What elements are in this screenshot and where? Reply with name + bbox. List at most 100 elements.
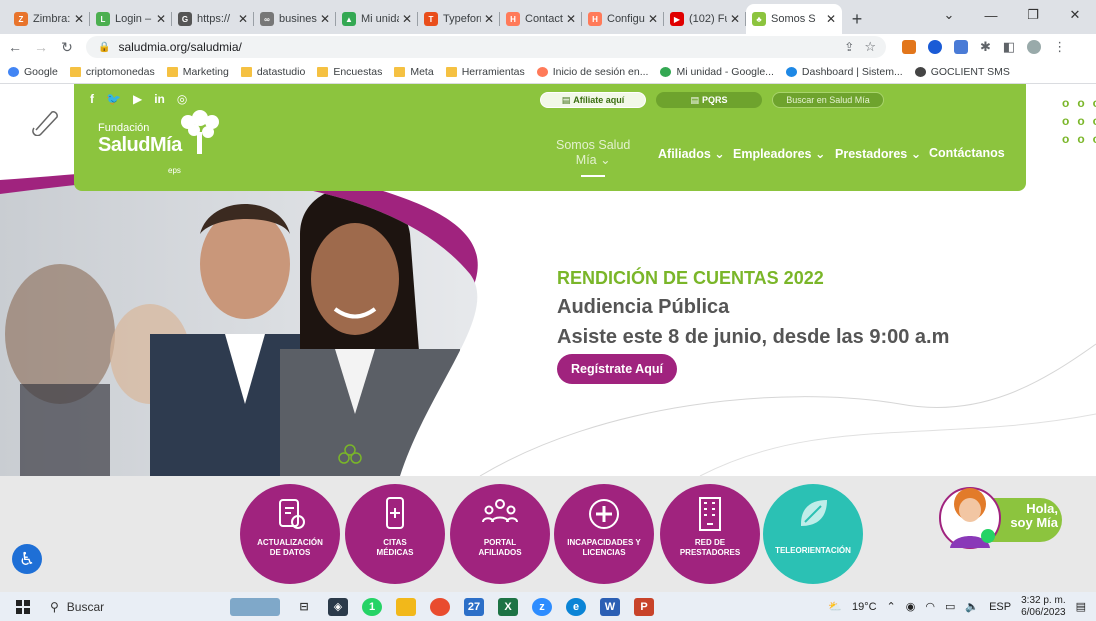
bookmark-item[interactable]: GOCLIENT SMS — [914, 66, 1010, 78]
browser-tab[interactable]: L Login – ✕ — [90, 4, 172, 34]
menu-empleadores[interactable]: Empleadores ⌄ — [733, 146, 825, 161]
pqrs-button[interactable]: ▤ PQRS — [656, 92, 762, 108]
forward-button[interactable]: → — [30, 39, 52, 55]
tab-close-icon[interactable]: ✕ — [566, 12, 576, 26]
site-logo[interactable]: Fundación SaludMía eps — [98, 110, 219, 175]
profile-avatar[interactable] — [1027, 40, 1042, 54]
service-portal-afiliados[interactable]: PORTAL AFILIADOS — [450, 484, 550, 584]
app-shield-icon[interactable]: ◈ — [328, 597, 348, 616]
word-icon[interactable]: W — [600, 597, 620, 616]
file-explorer-icon[interactable] — [396, 597, 416, 616]
powerpoint-icon[interactable]: P — [634, 597, 654, 616]
extension-z-icon[interactable] — [928, 40, 942, 54]
bookmark-item[interactable]: Herramientas — [445, 66, 525, 78]
bookmark-star-icon[interactable]: ☆ — [864, 39, 876, 55]
bookmark-item[interactable]: Dashboard | Sistem... — [785, 66, 903, 78]
chrome-icon[interactable] — [430, 597, 450, 616]
menu-prestadores[interactable]: Prestadores ⌄ — [835, 146, 921, 161]
tray-overflow-icon[interactable]: ⌃ — [887, 600, 896, 613]
tab-close-icon[interactable]: ✕ — [484, 12, 494, 26]
facebook-icon[interactable]: f — [90, 92, 94, 106]
browser-tab[interactable]: Ghttps:// ✕ — [172, 4, 254, 34]
browser-tab[interactable]: Z Zimbra: ✕ — [8, 4, 90, 34]
close-window-button[interactable]: ✕ — [1054, 7, 1096, 23]
bookmark-item[interactable]: Inicio de sesión en... — [536, 66, 648, 78]
menu-afiliados[interactable]: Afiliados ⌄ — [658, 146, 725, 161]
afiliate-button[interactable]: ▤ Afíliate aquí — [540, 92, 646, 108]
url-input[interactable]: 🔒 saludmia.org/saludmia/ ⇪ ☆ — [86, 36, 886, 58]
browser-tab[interactable]: ▶ (102) Fu ✕ — [664, 4, 746, 34]
service-citas-medicas[interactable]: CITAS MÉDICAS — [345, 484, 445, 584]
extensions-puzzle-icon[interactable]: ✱ — [980, 39, 991, 55]
youtube-icon[interactable]: ▶ — [133, 92, 142, 106]
language-indicator[interactable]: ESP — [989, 601, 1011, 613]
bookmark-item[interactable]: Marketing — [166, 66, 229, 78]
service-teleorientacion[interactable]: TELEORIENTACIÓN — [763, 484, 863, 584]
volume-icon[interactable]: 🔈 — [965, 600, 979, 613]
task-view-icon[interactable]: ⊟ — [294, 598, 314, 616]
tab-close-icon[interactable]: ✕ — [156, 12, 166, 26]
side-panel-icon[interactable]: ◧ — [1003, 39, 1015, 55]
linkedin-icon[interactable]: in — [154, 92, 165, 106]
metamask-extension-icon[interactable] — [902, 40, 916, 54]
tab-close-icon[interactable]: ✕ — [320, 12, 330, 26]
extension-blue-icon[interactable] — [954, 40, 968, 54]
whatsapp-icon[interactable]: 1 — [362, 597, 382, 616]
reload-button[interactable]: ↻ — [56, 39, 78, 56]
browser-tab[interactable]: ∞ business✕ — [254, 4, 336, 34]
notifications-icon[interactable]: ▤ — [1076, 600, 1086, 613]
twitter-icon[interactable]: 🐦 — [106, 92, 121, 106]
wifi-icon[interactable]: ◠ — [925, 600, 935, 613]
search-highlight-image[interactable] — [230, 597, 280, 616]
new-tab-button[interactable]: + — [842, 4, 872, 34]
network-icon[interactable]: ▭ — [945, 600, 955, 613]
service-actualizacion-datos[interactable]: ACTUALIZACIÓN DE DATOS — [240, 484, 340, 584]
menu-somos-salud-mia[interactable]: Somos Salud Mía ⌄ — [556, 138, 630, 177]
tab-close-icon[interactable]: ✕ — [402, 12, 412, 26]
bookmark-item[interactable]: Meta — [394, 66, 434, 78]
tab-close-icon[interactable]: ✕ — [238, 12, 248, 26]
browser-tab[interactable]: T Typeform✕ — [418, 4, 500, 34]
tab-close-icon[interactable]: ✕ — [74, 12, 84, 26]
browser-menu-icon[interactable]: ⋮ — [1053, 39, 1066, 55]
service-incapacidades-licencias[interactable]: INCAPACIDADES Y LICENCIAS — [554, 484, 654, 584]
excel-icon[interactable]: X — [498, 597, 518, 616]
bookmark-item[interactable]: Encuestas — [317, 66, 382, 78]
instagram-icon[interactable]: ◎ — [177, 92, 187, 106]
bookmark-item[interactable]: datastudio — [240, 66, 305, 78]
bookmark-item[interactable]: criptomonedas — [69, 66, 155, 78]
browser-tab[interactable]: H Contact ✕ — [500, 4, 582, 34]
tab-close-icon[interactable]: ✕ — [648, 12, 658, 26]
tab-search-icon[interactable]: ⌄ — [928, 7, 970, 23]
browser-tab[interactable]: ♣ Somos S ✕ — [746, 4, 842, 34]
lock-icon[interactable]: 🔒 — [98, 42, 110, 53]
tab-close-icon[interactable]: ✕ — [826, 12, 836, 26]
browser-tab[interactable]: H Configur ✕ — [582, 4, 664, 34]
tab-close-icon[interactable]: ✕ — [730, 12, 740, 26]
register-button[interactable]: Regístrate Aquí — [557, 354, 677, 384]
clock[interactable]: 3:32 p. m. 6/06/2023 — [1021, 595, 1066, 619]
chat-widget[interactable]: Hola, soy Mía — [938, 486, 1062, 550]
service-red-prestadores[interactable]: RED DE PRESTADORES — [660, 484, 760, 584]
mail-icon[interactable]: 27 — [464, 597, 484, 616]
weather-icon[interactable]: ⛅ — [828, 600, 842, 613]
bookmark-item[interactable]: Google — [8, 66, 58, 78]
zoom-icon[interactable]: z — [532, 597, 552, 616]
accessibility-button[interactable]: ♿ — [12, 544, 42, 574]
chat-line-2: soy Mía — [1010, 515, 1058, 530]
browser-tab[interactable]: ▲ Mi unidad✕ — [336, 4, 418, 34]
record-icon[interactable]: ◉ — [906, 600, 916, 613]
site-search-input[interactable]: Buscar en Salud Mía — [772, 92, 884, 108]
windows-start-icon[interactable] — [16, 600, 30, 614]
share-icon[interactable]: ⇪ — [844, 40, 854, 54]
bookmark-label: Encuestas — [333, 65, 383, 78]
bookmark-item[interactable]: Mi unidad - Google... — [660, 66, 774, 78]
restore-button[interactable]: ❐ — [1012, 7, 1054, 23]
dash-icon — [785, 66, 797, 77]
edge-icon[interactable]: e — [566, 597, 586, 616]
taskbar-search[interactable]: ⚲ Buscar — [50, 600, 200, 614]
weather-temp[interactable]: 19°C — [852, 601, 877, 613]
menu-contactanos[interactable]: Contáctanos — [929, 146, 1005, 160]
back-button[interactable]: ← — [4, 39, 26, 55]
minimize-button[interactable]: — — [970, 8, 1012, 23]
